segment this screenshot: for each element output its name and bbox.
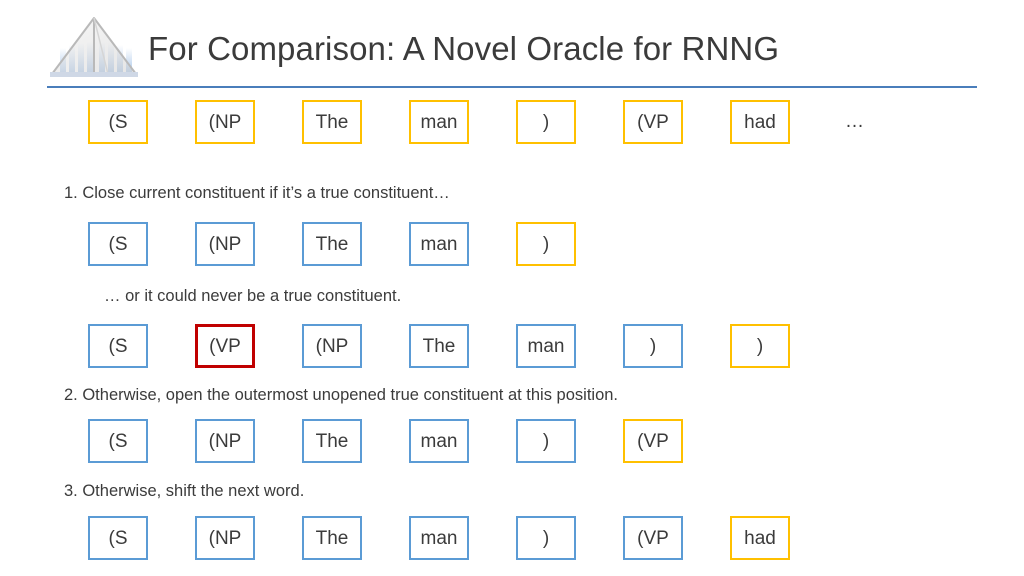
token-box[interactable]: The xyxy=(409,324,469,368)
token-box[interactable]: had xyxy=(730,100,790,144)
token-box[interactable]: The xyxy=(302,516,362,560)
token-box[interactable]: (VP xyxy=(623,516,683,560)
token-row-rule-1b: (S (VP (NP The man ) ) xyxy=(88,324,790,368)
rule-3-text: 3. Otherwise, shift the next word. xyxy=(64,482,305,500)
token-box[interactable]: man xyxy=(409,222,469,266)
token-box[interactable]: (VP xyxy=(623,100,683,144)
rule-2-text: 2. Otherwise, open the outermost unopene… xyxy=(64,386,619,404)
rule-1-alternative-text: … or it could never be a true constituen… xyxy=(104,287,402,305)
token-box[interactable]: (S xyxy=(88,324,148,368)
title-divider xyxy=(47,86,977,88)
sequence-continuation-ellipsis: … xyxy=(845,111,865,132)
token-box[interactable]: (S xyxy=(88,419,148,463)
institution-building-logo xyxy=(46,12,142,84)
token-box[interactable]: ) xyxy=(516,516,576,560)
token-box[interactable]: (NP xyxy=(195,419,255,463)
token-box[interactable]: ) xyxy=(623,324,683,368)
token-box[interactable]: (S xyxy=(88,100,148,144)
token-box[interactable]: man xyxy=(409,100,469,144)
token-box[interactable]: The xyxy=(302,222,362,266)
token-box[interactable]: (S xyxy=(88,516,148,560)
token-row-rule-3: (S (NP The man ) (VP had xyxy=(88,516,790,560)
token-box[interactable]: (NP xyxy=(302,324,362,368)
token-row-rule-2: (S (NP The man ) (VP xyxy=(88,419,683,463)
page-title: For Comparison: A Novel Oracle for RNNG xyxy=(148,30,780,67)
token-box[interactable]: ) xyxy=(516,100,576,144)
token-box-highlight[interactable]: had xyxy=(730,516,790,560)
token-box[interactable]: man xyxy=(516,324,576,368)
token-box[interactable]: The xyxy=(302,100,362,144)
token-box-highlight[interactable]: (VP xyxy=(623,419,683,463)
token-box[interactable]: (NP xyxy=(195,222,255,266)
slide-header: For Comparison: A Novel Oracle for RNNG xyxy=(0,0,1024,90)
token-box[interactable]: man xyxy=(409,516,469,560)
token-box[interactable]: ) xyxy=(516,419,576,463)
token-box[interactable]: (NP xyxy=(195,516,255,560)
token-row-rule-1a: (S (NP The man ) xyxy=(88,222,576,266)
token-row-initial: (S (NP The man ) (VP had … xyxy=(88,100,865,144)
rule-1-text: 1. Close current constituent if it’s a t… xyxy=(64,184,450,202)
token-box-highlight[interactable]: ) xyxy=(730,324,790,368)
token-box[interactable]: (NP xyxy=(195,100,255,144)
token-box[interactable]: man xyxy=(409,419,469,463)
token-box-highlight[interactable]: ) xyxy=(516,222,576,266)
token-box[interactable]: The xyxy=(302,419,362,463)
token-box[interactable]: (S xyxy=(88,222,148,266)
token-box-invalid[interactable]: (VP xyxy=(195,324,255,368)
